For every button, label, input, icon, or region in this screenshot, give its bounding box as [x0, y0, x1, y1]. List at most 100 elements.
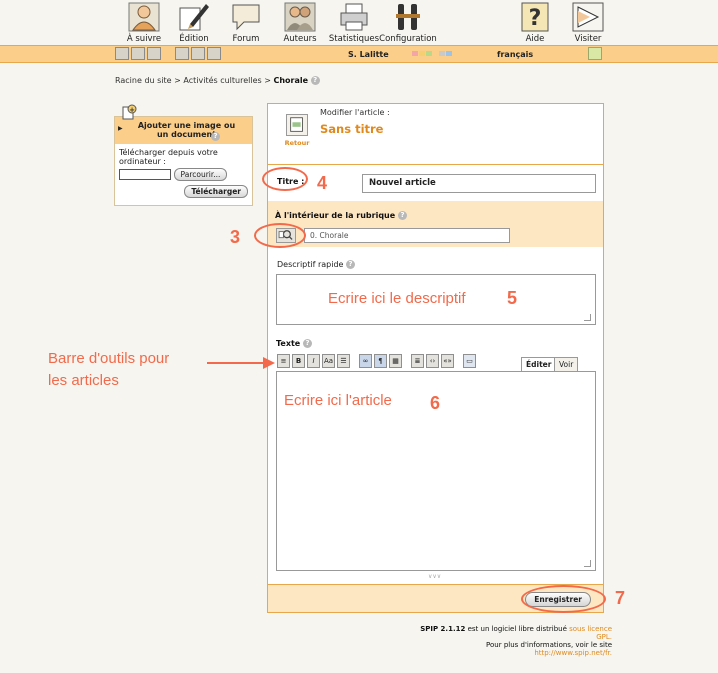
language-selector[interactable]: français: [497, 50, 533, 59]
annotation-descriptif-hint: Ecrire ici le descriptif: [328, 290, 466, 307]
upload-title: Ajouter une image ou un document: [137, 121, 236, 139]
nav-item-aide[interactable]: ? Aide: [505, 2, 565, 44]
help-icon[interactable]: ?: [211, 132, 220, 141]
help-icon[interactable]: ?: [310, 76, 320, 85]
question-icon: ?: [521, 2, 549, 32]
nav-label: Aide: [525, 34, 545, 44]
svg-text:+: +: [129, 106, 135, 114]
tab-editer[interactable]: Éditer: [521, 357, 557, 371]
breadcrumb-sep: >: [174, 76, 181, 85]
descriptif-label: Descriptif rapide ?: [277, 260, 355, 269]
license-link[interactable]: sous licence GPL.: [569, 625, 612, 641]
cursor-icon[interactable]: [131, 47, 145, 60]
article-header: Retour Modifier l'article : Sans titre: [268, 104, 603, 165]
edit-icon[interactable]: [147, 47, 161, 60]
table-icon[interactable]: ▦: [389, 354, 402, 368]
home-icon[interactable]: [115, 47, 129, 60]
swatch[interactable]: [446, 51, 452, 56]
annotation-ring-titre: [262, 167, 308, 191]
nav-item-forum[interactable]: Forum: [216, 2, 276, 44]
footer-text: est un logiciel libre distribué: [467, 625, 567, 633]
nav-label: Forum: [232, 34, 260, 44]
expand-triangle-icon[interactable]: ▶: [118, 125, 123, 132]
window-icon[interactable]: [175, 47, 189, 60]
font-size-icon[interactable]: Aa: [322, 354, 335, 368]
heading-icon[interactable]: ≡: [277, 354, 290, 368]
upload-description: Télécharger depuis votre ordinateur :: [119, 148, 218, 166]
quote-icon[interactable]: ≣: [411, 354, 424, 368]
arrow-icon: [572, 2, 604, 32]
nav-item-auteurs[interactable]: Auteurs: [270, 2, 330, 44]
list-icon[interactable]: ☰: [337, 354, 350, 368]
nav-label: Visiter: [574, 34, 602, 44]
annotation-number-5: 5: [507, 288, 518, 308]
rubrique-field[interactable]: 0. Chorale: [304, 228, 510, 243]
eye-icon[interactable]: [207, 47, 221, 60]
speech-bubble-icon: [232, 4, 260, 31]
resize-handle-icon[interactable]: [584, 314, 591, 321]
bold-icon[interactable]: B: [292, 354, 305, 368]
link-icon[interactable]: ∞: [359, 354, 372, 368]
texte-label: Texte ?: [276, 339, 313, 348]
add-document-icon: +: [122, 104, 137, 120]
nav-label: Configuration: [379, 34, 437, 44]
spip-site-link[interactable]: http://www.spip.net/fr.: [534, 649, 612, 657]
back-button[interactable]: Retour: [284, 114, 310, 147]
swatch[interactable]: [412, 51, 418, 56]
breadcrumb-current: Chorale: [273, 76, 309, 85]
rubrique-label: À l'intérieur de la rubrique ?: [275, 211, 407, 220]
help-icon[interactable]: ?: [303, 339, 313, 348]
nav-item-configuration[interactable]: Configuration: [378, 2, 438, 44]
titre-input[interactable]: Nouvel article: [362, 174, 596, 193]
user-name[interactable]: S. Lalitte: [348, 50, 389, 59]
tools-icon: [396, 4, 420, 30]
annotation-toolbar-note: Barre d'outils pour les articles: [48, 350, 170, 389]
nav-item-statistiques[interactable]: Statistiques: [324, 2, 384, 44]
upload-button[interactable]: Télécharger: [184, 185, 248, 198]
resize-handle-icon[interactable]: [584, 560, 591, 567]
upload-header[interactable]: ▶ Ajouter une image ou un document ?: [115, 117, 252, 144]
upload-panel: ▶ Ajouter une image ou un document ? Tél…: [114, 116, 253, 206]
layout-icon[interactable]: [588, 47, 602, 60]
help-icon[interactable]: ?: [346, 260, 355, 269]
guillemets-icon[interactable]: «»: [441, 354, 454, 368]
article-icon: [286, 114, 308, 136]
pen-icon: [179, 4, 209, 31]
note-icon[interactable]: ¶: [374, 354, 387, 368]
spip-version: SPIP 2.1.12: [420, 625, 466, 633]
color-swatches: [412, 51, 452, 56]
annotation-ring-rubrique: [254, 223, 306, 248]
swatch[interactable]: [419, 51, 425, 56]
swatch[interactable]: [426, 51, 432, 56]
file-input[interactable]: [119, 169, 171, 180]
article-title: Sans titre: [320, 122, 384, 136]
page-footer: SPIP 2.1.12 est un logiciel libre distri…: [412, 625, 612, 657]
modify-label: Modifier l'article :: [320, 108, 390, 117]
italic-icon[interactable]: I: [307, 354, 320, 368]
nav-item-edition[interactable]: Édition: [164, 2, 224, 44]
footer-text: Pour plus d'informations, voir le site: [486, 641, 612, 649]
browse-button[interactable]: Parcourir...: [173, 168, 228, 181]
person-icon: [128, 2, 160, 32]
annotation-ring-save: [521, 585, 606, 613]
mail-icon[interactable]: [191, 47, 205, 60]
breadcrumb-root[interactable]: Racine du site: [115, 76, 172, 85]
breadcrumb-section[interactable]: Activités culturelles: [183, 76, 261, 85]
annotation-number-3: 3: [230, 227, 241, 247]
help-icon[interactable]: ?: [397, 211, 407, 220]
drag-grip-icon[interactable]: ∨∨∨: [428, 573, 441, 580]
preview-icon[interactable]: ▭: [463, 354, 476, 368]
special-chars-icon[interactable]: ‹›: [426, 354, 439, 368]
annotation-number-4: 4: [317, 173, 328, 193]
annotation-texte-hint: Ecrire ici l'article: [284, 392, 392, 409]
tab-voir[interactable]: Voir: [554, 357, 579, 371]
nav-label: Édition: [179, 34, 209, 44]
annotation-number-7: 7: [615, 588, 626, 608]
annotation-number-6: 6: [430, 393, 441, 413]
breadcrumb-sep: >: [264, 76, 271, 85]
breadcrumb: Racine du site > Activités culturelles >…: [115, 76, 320, 85]
nav-item-visiter[interactable]: Visiter: [558, 2, 618, 44]
printer-icon: [340, 3, 368, 31]
back-label: Retour: [284, 139, 310, 147]
swatch[interactable]: [439, 51, 445, 56]
